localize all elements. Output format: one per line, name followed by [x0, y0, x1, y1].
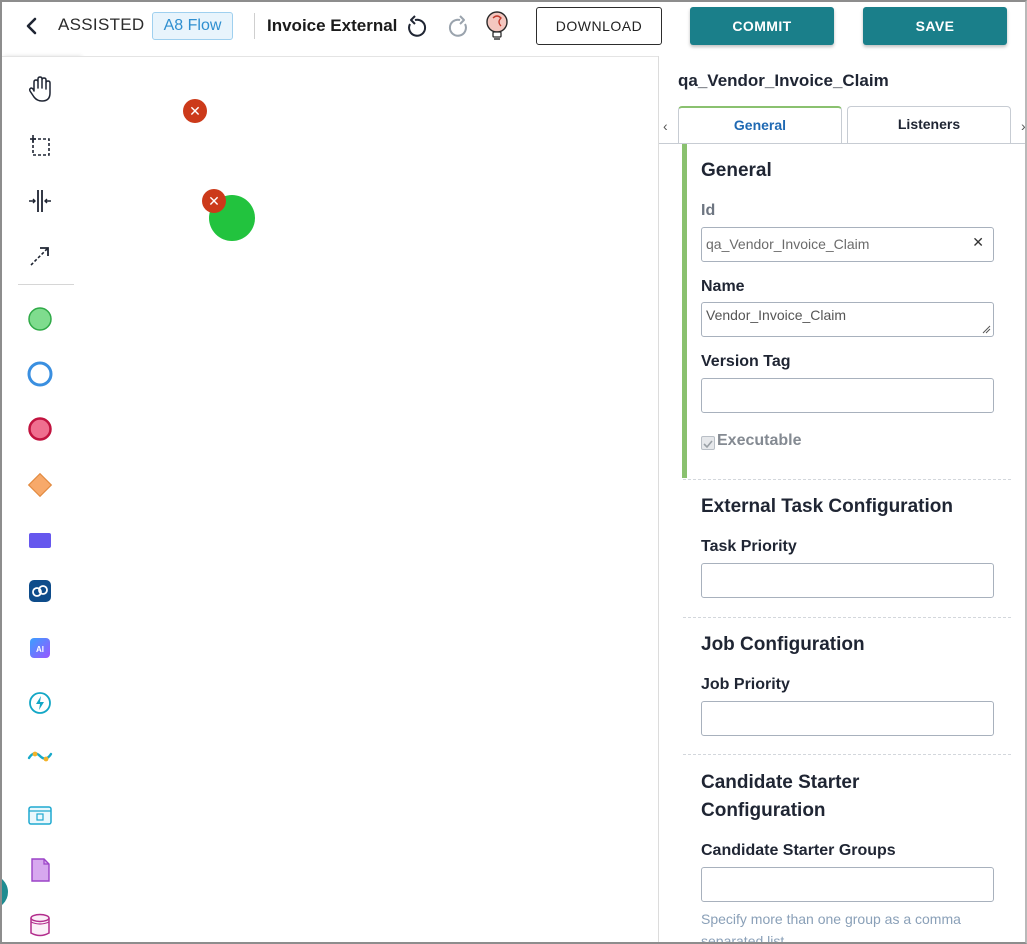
integration-icon [27, 751, 53, 762]
task-priority-label: Task Priority [701, 538, 797, 555]
name-label: Name [701, 278, 745, 295]
back-chevron-icon[interactable] [20, 14, 42, 38]
version-tag-label: Version Tag [701, 353, 791, 370]
name-textarea[interactable]: Vendor_Invoice_Claim [701, 302, 994, 337]
lightning-event-icon [29, 692, 51, 714]
mode-label: ASSISTED [58, 15, 145, 34]
section-accent-bar [682, 144, 687, 478]
executable-checkbox[interactable] [701, 436, 715, 450]
section-divider [683, 617, 1011, 618]
ai-task-icon: AI [30, 638, 50, 658]
section-divider [683, 479, 1011, 480]
candidate-groups-label: Candidate Starter Groups [701, 842, 896, 859]
id-field[interactable]: qa_Vendor_Invoice_Claim ✕ [701, 227, 994, 262]
lasso-tool[interactable] [24, 130, 56, 162]
ai-assistant-bulb-icon[interactable] [482, 9, 512, 43]
download-button[interactable]: DOWNLOAD [536, 7, 662, 45]
tabs-underline [659, 143, 1025, 144]
tab-listeners[interactable]: Listeners [847, 106, 1011, 144]
start-event-icon [28, 307, 52, 331]
task-tool[interactable] [24, 524, 56, 556]
properties-panel: qa_Vendor_Invoice_Claim ‹ General Listen… [658, 56, 1025, 944]
start-event-tool[interactable] [24, 303, 56, 335]
save-button[interactable]: SAVE [863, 7, 1007, 45]
id-label: Id [701, 202, 716, 219]
process-name: Invoice External [267, 16, 398, 35]
task-icon [29, 533, 51, 548]
id-field-value: qa_Vendor_Invoice_Claim [706, 236, 870, 252]
name-field-value: Vendor_Invoice_Claim [706, 307, 847, 323]
executable-label: Executable [717, 432, 802, 449]
redo-icon[interactable] [448, 14, 472, 40]
job-priority-label: Job Priority [701, 676, 790, 693]
datastore-tool[interactable] [24, 909, 56, 941]
hand-tool-icon [28, 76, 51, 102]
side-panel-toggle[interactable] [2, 875, 8, 909]
undo-icon[interactable] [403, 14, 427, 40]
document-tool[interactable] [24, 854, 56, 886]
end-event-tool[interactable] [24, 413, 56, 445]
toolbar-separator [18, 284, 74, 285]
tab-scroll-right-icon[interactable]: › [1021, 118, 1025, 134]
tab-scroll-left-icon[interactable]: ‹ [663, 118, 668, 134]
connector-tool[interactable] [24, 575, 56, 607]
form-tool[interactable] [24, 799, 56, 831]
gateway-tool[interactable] [24, 469, 56, 501]
resize-handle-icon[interactable] [981, 324, 991, 334]
connector-icon [29, 580, 51, 602]
candidate-heading-line1: Candidate Starter [701, 772, 860, 793]
commit-button[interactable]: COMMIT [690, 7, 834, 45]
integration-tool[interactable] [24, 740, 56, 772]
version-tag-input[interactable] [701, 378, 994, 413]
tab-general[interactable]: General [678, 106, 842, 144]
section-divider [683, 754, 1011, 755]
connect-tool-icon [30, 247, 49, 266]
error-marker-icon[interactable]: ✕ [202, 189, 226, 213]
job-priority-input[interactable] [701, 701, 994, 736]
app-window: ASSISTED A8 Flow Invoice External DOWNLO… [0, 0, 1027, 944]
clear-icon[interactable]: ✕ [972, 228, 984, 256]
check-icon [703, 440, 713, 449]
flow-badge[interactable]: A8 Flow [152, 12, 233, 40]
external-task-heading: External Task Configuration [701, 496, 953, 517]
panel-element-title: qa_Vendor_Invoice_Claim [678, 71, 889, 90]
lightning-event-tool[interactable] [24, 687, 56, 719]
svg-text:AI: AI [36, 645, 44, 654]
lasso-tool-icon [30, 135, 50, 156]
ai-task-tool[interactable]: AI [24, 632, 56, 664]
task-priority-input[interactable] [701, 563, 994, 598]
document-icon [31, 858, 50, 882]
gateway-icon [27, 472, 53, 498]
connect-tool[interactable] [24, 240, 56, 272]
top-bar: ASSISTED A8 Flow Invoice External DOWNLO… [2, 2, 1025, 52]
candidate-groups-hint: Specify more than one group as a comma s… [701, 911, 961, 944]
candidate-groups-input[interactable] [701, 867, 994, 902]
palette-toolbar: AI [2, 56, 80, 942]
datastore-icon [30, 913, 50, 937]
form-icon [28, 806, 52, 825]
error-marker-icon[interactable]: ✕ [183, 99, 207, 123]
space-tool-icon [29, 190, 51, 212]
diagram-canvas[interactable]: ✕ ✕ [80, 56, 658, 942]
intermediate-event-tool[interactable] [24, 358, 56, 390]
intermediate-event-icon [27, 361, 53, 387]
hand-tool[interactable] [24, 73, 56, 105]
candidate-heading-line2: Configuration [701, 800, 826, 821]
job-config-heading: Job Configuration [701, 634, 865, 655]
general-section-heading: General [701, 160, 772, 181]
space-tool[interactable] [24, 185, 56, 217]
header-divider [254, 13, 255, 39]
end-event-icon [28, 417, 52, 441]
